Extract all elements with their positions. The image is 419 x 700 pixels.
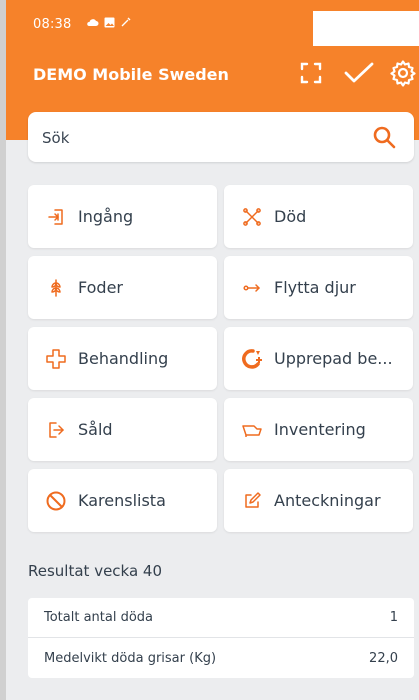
tile-label: Död (274, 207, 307, 226)
cross-bones-icon (240, 205, 264, 229)
checkmark-icon (344, 62, 374, 83)
entrance-icon (44, 205, 68, 229)
app-title: DEMO Mobile Sweden (33, 65, 229, 84)
status-bar: 08:38 (6, 0, 419, 46)
image-icon (104, 17, 115, 27)
search-input[interactable] (40, 120, 344, 156)
prohibited-icon (44, 489, 68, 513)
tile-label: Anteckningar (274, 491, 381, 510)
tile-inventering[interactable]: Inventering (224, 398, 413, 461)
tile-label: Ingång (78, 207, 134, 226)
tile-label: Inventering (274, 420, 366, 439)
tile-sald[interactable]: Såld (28, 398, 217, 461)
search-bar (28, 112, 414, 162)
scan-button[interactable] (294, 56, 328, 90)
tile-foder[interactable]: Foder (28, 256, 217, 319)
edit-note-icon (240, 489, 264, 513)
search-icon[interactable] (372, 125, 396, 149)
tile-karenslista[interactable]: Karenslista (28, 469, 217, 532)
status-icons (86, 16, 132, 28)
scan-frame-icon (300, 62, 322, 84)
row-label: Medelvikt döda grisar (Kg) (44, 650, 217, 666)
tile-label: Upprepad be... (274, 349, 393, 368)
tile-dod[interactable]: Död (224, 185, 413, 248)
repeat-treatment-icon (240, 347, 264, 371)
tile-label: Såld (78, 420, 113, 439)
gear-icon (390, 60, 416, 87)
inventory-icon (240, 418, 264, 442)
tile-label: Flytta djur (274, 278, 356, 297)
tile-anteckningar[interactable]: Anteckningar (224, 469, 413, 532)
row-value: 22,0 (369, 650, 398, 666)
table-row: Totalt antal döda 1 (28, 598, 414, 638)
tile-ingang[interactable]: Ingång (28, 185, 217, 248)
row-value: 1 (389, 610, 398, 625)
cloud-icon (87, 19, 99, 26)
results-title: Resultat vecka 40 (28, 562, 163, 580)
results-table: Totalt antal döda 1 Medelvikt döda grisa… (28, 598, 414, 678)
tile-label: Behandling (78, 349, 169, 368)
tile-label: Karenslista (78, 491, 166, 510)
tile-label: Foder (78, 278, 123, 297)
move-arrow-icon (240, 276, 264, 300)
settings-button[interactable] (386, 56, 419, 90)
table-row: Medelvikt döda grisar (Kg) 22,0 (28, 638, 414, 678)
row-label: Totalt antal döda (44, 610, 154, 625)
confirm-button[interactable] (342, 56, 376, 90)
grain-icon (44, 276, 68, 300)
tile-behandling[interactable]: Behandling (28, 327, 217, 390)
status-time: 08:38 (33, 17, 72, 32)
tile-flytta-djur[interactable]: Flytta djur (224, 256, 413, 319)
tool-icon (121, 17, 131, 27)
medical-cross-icon (44, 347, 68, 371)
exit-icon (44, 418, 68, 442)
tile-upprepad-behandling[interactable]: Upprepad be... (224, 327, 413, 390)
status-overlay (313, 11, 419, 46)
